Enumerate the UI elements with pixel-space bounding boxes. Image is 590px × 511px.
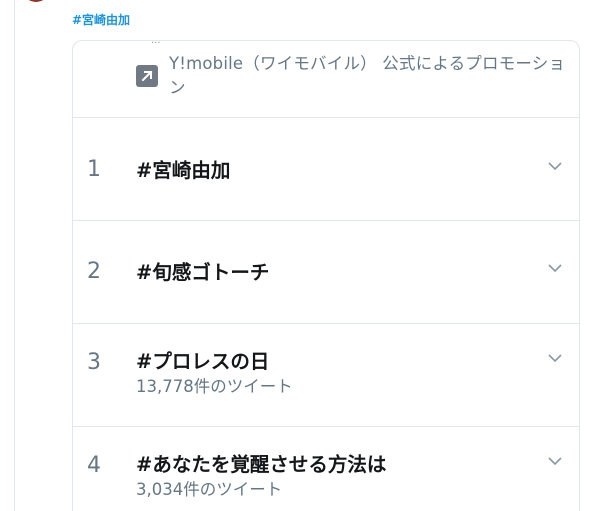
- promoted-arrow-icon: [136, 65, 158, 87]
- chevron-down-icon[interactable]: [547, 352, 563, 364]
- trends-card: ··· Y!mobile（ワイモバイル） 公式によるプロモーション 1 #宮崎由…: [72, 40, 580, 511]
- avatar[interactable]: [22, 0, 50, 2]
- trend-item[interactable]: 1 #宮崎由加: [73, 118, 579, 221]
- trend-item[interactable]: 2 #旬感ゴトーチ: [73, 221, 579, 324]
- trend-rank: 3: [87, 350, 101, 375]
- chevron-down-icon[interactable]: [547, 455, 563, 467]
- trend-rank: 2: [87, 259, 101, 284]
- trend-tweet-count: 3,034件のツイート: [136, 480, 283, 499]
- collapsed-dots-icon: ···: [151, 40, 161, 49]
- trend-name: #旬感ゴトーチ: [136, 261, 270, 284]
- trend-name: #あなたを覚醒させる方法は: [136, 453, 387, 476]
- trend-item[interactable]: 3 #プロレスの日 13,778件のツイート: [73, 324, 579, 427]
- tweet-hashtag-link[interactable]: #宮崎由加: [72, 11, 130, 28]
- trend-item[interactable]: 4 #あなたを覚醒させる方法は 3,034件のツイート: [73, 427, 579, 511]
- timeline-page: #宮崎由加 ··· Y!mobile（ワイモバイル） 公式によるプロモーション …: [0, 0, 590, 511]
- trend-rank: 1: [87, 157, 101, 182]
- trend-name: #宮崎由加: [136, 159, 231, 182]
- promoted-trend-notice[interactable]: ··· Y!mobile（ワイモバイル） 公式によるプロモーション: [73, 41, 579, 118]
- trend-rank: 4: [87, 453, 101, 478]
- timeline-divider: [14, 0, 15, 511]
- trend-name: #プロレスの日: [136, 350, 270, 373]
- promotion-label: Y!mobile（ワイモバイル） 公式によるプロモーション: [169, 54, 566, 97]
- chevron-down-icon[interactable]: [547, 160, 563, 172]
- trend-tweet-count: 13,778件のツイート: [136, 377, 293, 396]
- chevron-down-icon[interactable]: [547, 262, 563, 274]
